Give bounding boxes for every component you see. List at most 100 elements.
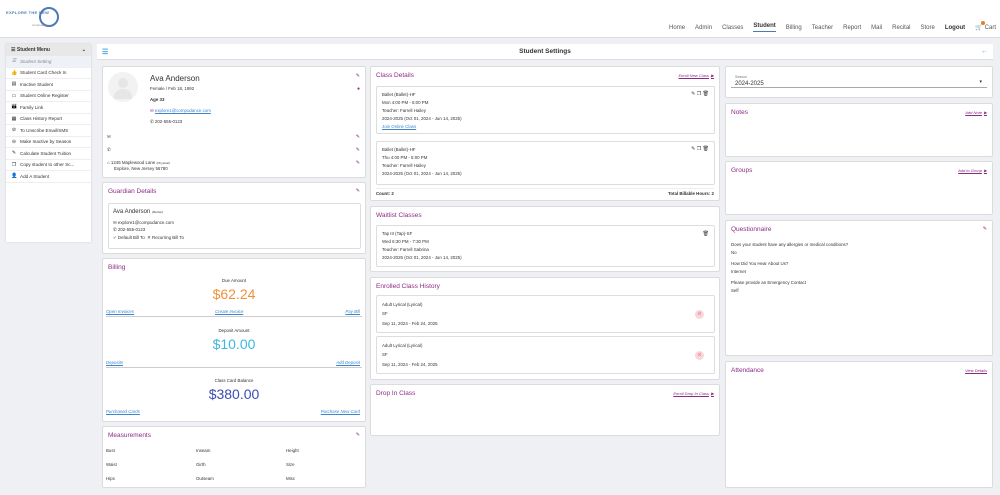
open-invoices-link[interactable]: Open Invoices — [106, 309, 134, 314]
sidebar-item-card-check-in[interactable]: 👍 Student Card Check In — [6, 68, 91, 79]
billing-divider — [106, 316, 362, 317]
camera-icon[interactable]: ● — [357, 86, 360, 92]
answer-text: No — [731, 250, 737, 255]
enroll-new-class-link[interactable]: Enroll New Class ▶ — [678, 73, 714, 78]
sidebar-header[interactable]: ☰ Student Menu ⌄ — [6, 44, 91, 56]
edit-class-icon[interactable]: ✎ — [691, 146, 695, 152]
enroll-drop-in-link[interactable]: Enroll Drop In Class ▶ — [673, 391, 714, 396]
sidebar: ☰ Student Menu ⌄ ☰ Student Setting 👍 Stude… — [6, 44, 91, 242]
delete-class-icon[interactable]: 🗑 — [703, 91, 709, 97]
waitlist-title: Waitlist Classes — [376, 212, 422, 219]
nav-admin[interactable]: Admin — [695, 25, 712, 31]
drop-in-title: Drop In Class — [376, 390, 416, 397]
avatar — [108, 72, 138, 102]
sidebar-item-inactive-student[interactable]: ▤ Inactive Student — [6, 79, 91, 91]
season-select[interactable]: Season 2024-2025 ▾ — [731, 72, 987, 88]
class-time: Mon 4:00 PM - 5:00 PM — [382, 100, 429, 105]
class-name: Ballet (Ballet)-HF — [382, 147, 416, 152]
copy-class-icon[interactable]: ❐ — [697, 146, 701, 152]
add-to-group-label: Add to Group — [958, 168, 982, 173]
measurement-inseam: Inseam — [196, 448, 211, 453]
delete-waitlist-icon[interactable]: 🗑 — [703, 231, 709, 237]
add-to-group-link[interactable]: Add to Group ▶ — [958, 168, 987, 173]
waitlist-class-teacher: Teacher: Farrell Sabrina — [382, 247, 429, 252]
sidebar-item-unsubscribe[interactable]: ⊘ To Unscribe Email/SMS — [6, 125, 91, 137]
nav-cart[interactable]: 🛒 Cart — [975, 21, 996, 31]
sidebar-item-add-student[interactable]: 👤 Add A Student — [6, 171, 91, 183]
family-icon: 👪 — [11, 104, 18, 111]
nav-teacher[interactable]: Teacher — [812, 25, 833, 31]
monitor-icon: ▭ — [11, 92, 17, 99]
pay-bill-link[interactable]: Pay Bill — [345, 309, 360, 314]
questionnaire-card: Questionnaire ✎ Does your student have a… — [725, 220, 993, 356]
view-attendance-link[interactable]: View Details — [965, 368, 987, 373]
history-status-icon[interactable]: ⊘ — [695, 351, 704, 360]
purchased-cards-link[interactable]: Purchased Cards — [106, 409, 140, 414]
delete-class-icon[interactable]: 🗑 — [703, 146, 709, 152]
sidebar-item-label: Student Card Check In — [20, 70, 67, 76]
edit-measurements-icon[interactable]: ✎ — [356, 432, 360, 438]
hamburger-icon[interactable]: ☰ — [102, 48, 108, 56]
add-note-link[interactable]: Add Note ▶ — [965, 110, 987, 115]
add-icon: ▶ — [983, 110, 987, 115]
notes-title: Notes — [731, 109, 748, 116]
sidebar-item-class-history[interactable]: ▦ Class History Report — [6, 114, 91, 125]
student-gender-dob: Female / Feb 18, 1992 — [150, 86, 195, 91]
nav-home[interactable]: Home — [669, 25, 685, 31]
id-card-icon: ▤ — [11, 81, 17, 88]
edit-pencil-icon[interactable]: ✎ — [356, 73, 360, 79]
sidebar-item-calculate-tuition[interactable]: ✎ Calculate Student Tuition — [6, 148, 91, 160]
class-card-balance-label: Class Card Balance — [214, 378, 254, 383]
edit-phone-icon[interactable]: ✎ — [356, 147, 360, 153]
sidebar-item-online-register[interactable]: ▭ Student Online Register — [6, 91, 91, 102]
sidebar-title: Student Menu — [16, 47, 50, 53]
guardian-box: Ava Anderson (Mother) ✉ explore1@compuda… — [108, 203, 361, 249]
back-arrow-icon[interactable]: ← — [981, 48, 988, 55]
edit-email-icon[interactable]: ✎ — [356, 134, 360, 140]
deposits-link[interactable]: Deposits — [106, 360, 123, 365]
phone-icon: ✆ — [107, 147, 111, 152]
enrolled-history-title: Enrolled Class History — [376, 283, 440, 290]
join-online-class-link[interactable]: Join Online Class — [382, 124, 416, 129]
history-class-dates: Sep 11, 2024 - Feb 24, 2025 — [382, 362, 438, 367]
copy-icon: ❐ — [11, 161, 17, 168]
sidebar-item-make-inactive[interactable]: ⊖ Make Inactive by Season — [6, 137, 91, 148]
sidebar-item-copy-student[interactable]: ❐ Copy student to other Sc... — [6, 160, 91, 171]
class-item: Ballet (Ballet)-HF Thu 4:00 PM - 5:00 PM… — [376, 141, 715, 185]
guardian-name: Ava Anderson — [113, 209, 151, 215]
nav-logout[interactable]: Logout — [945, 25, 965, 31]
caret-down-icon: ▾ — [979, 79, 982, 85]
student-email[interactable]: explore1@compudance.com — [155, 108, 211, 113]
history-class-dates: Sep 11, 2024 - Feb 24, 2025 — [382, 321, 438, 326]
edit-address-icon[interactable]: ✎ — [356, 160, 360, 166]
edit-guardian-icon[interactable]: ✎ — [356, 188, 360, 194]
nav-recital[interactable]: Recital — [892, 25, 910, 31]
guardian-card: Guardian Details ✎ Ava Anderson (Mother)… — [102, 182, 366, 254]
nav-student[interactable]: Student — [753, 23, 776, 32]
nav-mail[interactable]: Mail — [871, 25, 882, 31]
add-deposit-link[interactable]: Add Deposit — [336, 360, 360, 365]
history-status-icon[interactable]: ⊘ — [695, 310, 704, 319]
nav-store[interactable]: Store — [921, 25, 935, 31]
edit-class-icon[interactable]: ✎ — [691, 91, 695, 97]
class-teacher: Teacher: Farrell Hailey — [382, 163, 426, 168]
view-details-label: View Details — [965, 368, 987, 373]
chevron-down-icon[interactable]: ⌄ — [82, 47, 86, 53]
nav-billing[interactable]: Billing — [786, 25, 802, 31]
sidebar-item-family-link[interactable]: 👪 Family Link — [6, 102, 91, 114]
sidebar-item-label: Make Inactive by Season — [20, 139, 72, 145]
edit-questionnaire-icon[interactable]: ✎ — [983, 226, 987, 232]
class-name: Ballet (Ballet)-HF — [382, 92, 416, 97]
answer-text: Internet — [731, 269, 746, 274]
logo[interactable]: EXPLORE THE NEW compudance — [6, 7, 76, 31]
guardian-phone: 202-555-0123 — [117, 227, 146, 232]
enrolled-history-card: Enrolled Class History Adult Lyrical (Ly… — [370, 277, 720, 380]
create-invoice-link[interactable]: Create Invoice — [215, 309, 243, 314]
nav-classes[interactable]: Classes — [722, 25, 743, 31]
sidebar-item-student-setting[interactable]: ☰ Student Setting — [6, 56, 91, 68]
nav-report[interactable]: Report — [843, 25, 861, 31]
copy-class-icon[interactable]: ❐ — [697, 91, 701, 97]
purchase-new-card-link[interactable]: Purchase New Card — [321, 409, 360, 414]
enroll-icon: ▶ — [710, 391, 714, 396]
ban-icon: ⊘ — [11, 127, 17, 134]
